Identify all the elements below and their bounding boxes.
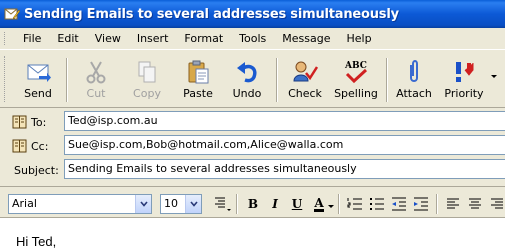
font-name-value: Arial (12, 197, 37, 210)
attach-button[interactable]: Attach (394, 54, 434, 104)
toolbar: Send Cut Copy Paste Undo Check ABC Spell… (0, 49, 505, 108)
paperclip-icon (410, 60, 418, 82)
check-label: Check (288, 87, 322, 100)
send-label: Send (24, 87, 52, 100)
numbered-list-button[interactable] (344, 193, 366, 215)
menu-edit[interactable]: Edit (49, 29, 86, 48)
priority-dropdown-arrow-icon[interactable] (490, 74, 498, 80)
toolbar-grip[interactable] (4, 56, 8, 102)
menu-message[interactable]: Message (274, 29, 338, 48)
envelope-pencil-icon (4, 8, 20, 20)
bulleted-list-icon (370, 198, 384, 210)
priority-button[interactable]: Priority (442, 54, 486, 104)
align-center-button[interactable] (464, 193, 486, 215)
check-names-icon (293, 61, 318, 82)
cut-label: Cut (86, 87, 106, 100)
cc-field[interactable]: Sue@isp.com,Bob@hotmail.com,Alice@walla.… (64, 135, 505, 155)
send-icon (27, 64, 51, 82)
to-label: To: (12, 114, 46, 130)
window-title: Sending Emails to several addresses simu… (24, 6, 399, 22)
size-dropdown-arrow[interactable] (185, 195, 201, 213)
font-size-value: 10 (164, 197, 178, 210)
italic-button[interactable]: I (264, 193, 286, 215)
cc-row: Cc: Sue@isp.com,Bob@hotmail.com,Alice@wa… (0, 134, 505, 156)
paragraph-style-button[interactable] (212, 193, 234, 215)
align-center-icon (469, 198, 481, 209)
bold-button[interactable]: B (242, 193, 264, 215)
to-field[interactable]: Ted@isp.com.au (64, 111, 505, 131)
spelling-button[interactable]: ABC Spelling (332, 54, 380, 104)
svg-text:ABC: ABC (344, 61, 367, 71)
send-button[interactable]: Send (16, 54, 60, 104)
paste-icon (188, 60, 209, 84)
font-color-button[interactable]: A (308, 193, 330, 215)
font-size-select[interactable]: 10 (160, 194, 202, 214)
spelling-label: Spelling (334, 87, 378, 100)
menu-grip[interactable] (4, 32, 8, 45)
increase-indent-icon (414, 197, 428, 211)
copy-icon (138, 61, 156, 83)
align-left-button[interactable] (442, 193, 464, 215)
paste-label: Paste (183, 87, 213, 100)
message-headers: To: Ted@isp.com.au Cc: Sue@isp.com,Bob@h… (0, 108, 505, 184)
address-book-icon (12, 139, 27, 153)
scissors-icon (86, 61, 106, 84)
font-name-select[interactable]: Arial (8, 194, 152, 214)
chevron-down-icon (189, 201, 198, 207)
subject-label-text: Subject: (14, 163, 59, 177)
font-color-dropdown-icon[interactable] (328, 205, 334, 209)
address-book-icon (12, 115, 27, 129)
menu-tools[interactable]: Tools (231, 29, 274, 48)
align-right-icon (491, 198, 503, 209)
title-bar: Sending Emails to several addresses simu… (0, 0, 505, 28)
toolbar-separator (276, 58, 278, 102)
undo-label: Undo (232, 87, 262, 100)
format-separator (338, 194, 340, 214)
cut-button[interactable]: Cut (76, 54, 116, 104)
spelling-icon: ABC (344, 61, 368, 84)
font-dropdown-arrow[interactable] (135, 195, 151, 213)
to-row: To: Ted@isp.com.au (0, 110, 505, 132)
font-color-letter: A (314, 195, 324, 212)
message-body[interactable]: Hi Ted, (0, 218, 505, 252)
subject-row: Subject: Sending Emails to several addre… (0, 158, 505, 180)
undo-icon (237, 62, 257, 83)
subject-label: Subject: (14, 162, 59, 178)
format-separator (236, 194, 238, 214)
paste-button[interactable]: Paste (178, 54, 218, 104)
menu-bar: File Edit View Insert Format Tools Messa… (0, 28, 505, 49)
toolbar-separator (66, 58, 68, 102)
priority-icon (456, 62, 474, 82)
priority-label: Priority (444, 87, 484, 100)
copy-label: Copy (133, 87, 161, 100)
bulleted-list-button[interactable] (366, 193, 388, 215)
menu-format[interactable]: Format (176, 29, 231, 48)
to-label-text: To: (31, 115, 47, 129)
formatting-toolbar: Arial 10 B I U A (0, 186, 505, 218)
attach-label: Attach (396, 87, 432, 100)
subject-field[interactable]: Sending Emails to several addresses simu… (64, 159, 505, 179)
menu-insert[interactable]: Insert (129, 29, 177, 48)
menu-view[interactable]: View (87, 29, 129, 48)
paragraph-style-icon (215, 197, 231, 211)
align-right-button[interactable] (486, 193, 505, 215)
decrease-indent-icon (392, 197, 406, 211)
increase-indent-button[interactable] (410, 193, 432, 215)
underline-button[interactable]: U (286, 193, 308, 215)
undo-button[interactable]: Undo (228, 54, 266, 104)
body-greeting: Hi Ted, (16, 234, 57, 249)
decrease-indent-button[interactable] (388, 193, 410, 215)
copy-button[interactable]: Copy (126, 54, 168, 104)
menu-file[interactable]: File (15, 29, 49, 48)
check-names-button[interactable]: Check (284, 54, 326, 104)
toolbar-separator (386, 58, 388, 102)
menu-help[interactable]: Help (339, 29, 380, 48)
format-separator (436, 194, 438, 214)
cc-label-text: Cc: (31, 139, 49, 153)
chevron-down-icon (139, 201, 148, 207)
numbered-list-icon (347, 198, 362, 210)
align-left-icon (447, 198, 459, 209)
cc-label: Cc: (12, 138, 48, 154)
